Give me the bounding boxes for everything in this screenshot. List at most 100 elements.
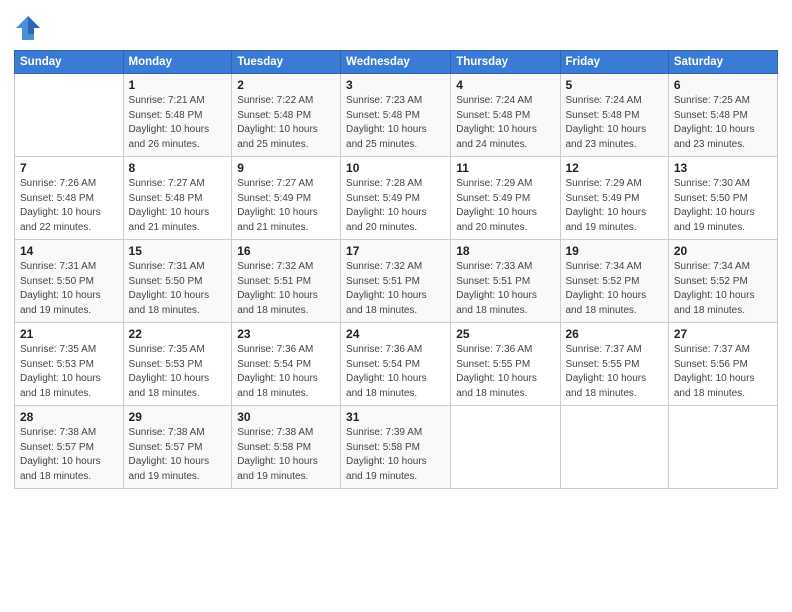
calendar-cell: 27 Sunrise: 7:37 AM Sunset: 5:56 PM Dayli… [668, 323, 777, 406]
calendar-cell: 22 Sunrise: 7:35 AM Sunset: 5:53 PM Dayli… [123, 323, 232, 406]
day-number: 4 [456, 78, 554, 92]
day-number: 25 [456, 327, 554, 341]
calendar-cell: 25 Sunrise: 7:36 AM Sunset: 5:55 PM Dayli… [451, 323, 560, 406]
header-wednesday: Wednesday [341, 51, 451, 74]
calendar-cell [668, 406, 777, 489]
header-sunday: Sunday [15, 51, 124, 74]
day-info: Sunrise: 7:23 AM Sunset: 5:48 PM Dayligh… [346, 94, 445, 152]
day-info: Sunrise: 7:37 AM Sunset: 5:55 PM Dayligh… [566, 343, 663, 401]
day-info: Sunrise: 7:25 AM Sunset: 5:48 PM Dayligh… [674, 94, 772, 152]
day-number: 3 [346, 78, 445, 92]
day-info: Sunrise: 7:26 AM Sunset: 5:48 PM Dayligh… [20, 177, 118, 235]
calendar-cell: 12Sunrise: 7:29 AM Sunset: 5:49 PM Dayli… [560, 157, 668, 240]
calendar-cell: 5 Sunrise: 7:24 AM Sunset: 5:48 PM Daylig… [560, 74, 668, 157]
calendar-cell: 21 Sunrise: 7:35 AM Sunset: 5:53 PM Dayli… [15, 323, 124, 406]
day-number: 2 [237, 78, 335, 92]
day-info: Sunrise: 7:36 AM Sunset: 5:54 PM Dayligh… [237, 343, 335, 401]
day-info: Sunrise: 7:38 AM Sunset: 5:57 PM Dayligh… [20, 426, 118, 484]
day-number: 7 [20, 161, 118, 175]
day-number: 18 [456, 244, 554, 258]
day-info: Sunrise: 7:27 AM Sunset: 5:48 PM Dayligh… [129, 177, 227, 235]
day-info: Sunrise: 7:30 AM Sunset: 5:50 PM Dayligh… [674, 177, 772, 235]
day-info: Sunrise: 7:34 AM Sunset: 5:52 PM Dayligh… [566, 260, 663, 318]
calendar-cell: 17Sunrise: 7:32 AM Sunset: 5:51 PM Dayli… [341, 240, 451, 323]
day-number: 26 [566, 327, 663, 341]
header-monday: Monday [123, 51, 232, 74]
day-number: 20 [674, 244, 772, 258]
calendar-cell: 24 Sunrise: 7:36 AM Sunset: 5:54 PM Dayli… [341, 323, 451, 406]
calendar-cell [560, 406, 668, 489]
day-info: Sunrise: 7:21 AM Sunset: 5:48 PM Dayligh… [129, 94, 227, 152]
calendar-cell: 19 Sunrise: 7:34 AM Sunset: 5:52 PM Dayli… [560, 240, 668, 323]
day-number: 9 [237, 161, 335, 175]
calendar-cell: 1 Sunrise: 7:21 AM Sunset: 5:48 PM Daylig… [123, 74, 232, 157]
day-info: Sunrise: 7:32 AM Sunset: 5:51 PM Dayligh… [346, 260, 445, 318]
day-number: 5 [566, 78, 663, 92]
day-info: Sunrise: 7:31 AM Sunset: 5:50 PM Dayligh… [20, 260, 118, 318]
day-info: Sunrise: 7:24 AM Sunset: 5:48 PM Dayligh… [566, 94, 663, 152]
week-row-4: 28 Sunrise: 7:38 AM Sunset: 5:57 PM Dayli… [15, 406, 778, 489]
header-friday: Friday [560, 51, 668, 74]
day-number: 30 [237, 410, 335, 424]
calendar-cell: 6 Sunrise: 7:25 AM Sunset: 5:48 PM Daylig… [668, 74, 777, 157]
day-number: 21 [20, 327, 118, 341]
day-info: Sunrise: 7:27 AM Sunset: 5:49 PM Dayligh… [237, 177, 335, 235]
calendar-cell: 10 Sunrise: 7:28 AM Sunset: 5:49 PM Dayli… [341, 157, 451, 240]
day-info: Sunrise: 7:35 AM Sunset: 5:53 PM Dayligh… [129, 343, 227, 401]
day-info: Sunrise: 7:24 AM Sunset: 5:48 PM Dayligh… [456, 94, 554, 152]
day-info: Sunrise: 7:29 AM Sunset: 5:49 PM Dayligh… [566, 177, 663, 235]
page-container: SundayMondayTuesdayWednesdayThursdayFrid… [0, 0, 792, 499]
day-number: 31 [346, 410, 445, 424]
day-number: 27 [674, 327, 772, 341]
calendar-cell [15, 74, 124, 157]
calendar-cell: 2 Sunrise: 7:22 AM Sunset: 5:48 PM Daylig… [232, 74, 341, 157]
calendar-cell: 3 Sunrise: 7:23 AM Sunset: 5:48 PM Daylig… [341, 74, 451, 157]
day-number: 1 [129, 78, 227, 92]
day-number: 29 [129, 410, 227, 424]
day-number: 23 [237, 327, 335, 341]
day-number: 16 [237, 244, 335, 258]
calendar-cell: 31Sunrise: 7:39 AM Sunset: 5:58 PM Dayli… [341, 406, 451, 489]
day-number: 11 [456, 161, 554, 175]
day-info: Sunrise: 7:33 AM Sunset: 5:51 PM Dayligh… [456, 260, 554, 318]
calendar-cell: 26 Sunrise: 7:37 AM Sunset: 5:55 PM Dayli… [560, 323, 668, 406]
calendar-cell: 13Sunrise: 7:30 AM Sunset: 5:50 PM Dayli… [668, 157, 777, 240]
day-info: Sunrise: 7:36 AM Sunset: 5:54 PM Dayligh… [346, 343, 445, 401]
day-info: Sunrise: 7:37 AM Sunset: 5:56 PM Dayligh… [674, 343, 772, 401]
calendar-cell: 29 Sunrise: 7:38 AM Sunset: 5:57 PM Dayli… [123, 406, 232, 489]
day-info: Sunrise: 7:29 AM Sunset: 5:49 PM Dayligh… [456, 177, 554, 235]
calendar-cell: 23 Sunrise: 7:36 AM Sunset: 5:54 PM Dayli… [232, 323, 341, 406]
day-info: Sunrise: 7:36 AM Sunset: 5:55 PM Dayligh… [456, 343, 554, 401]
header-row [14, 10, 778, 42]
logo [14, 14, 46, 42]
calendar-cell: 9 Sunrise: 7:27 AM Sunset: 5:49 PM Daylig… [232, 157, 341, 240]
day-number: 22 [129, 327, 227, 341]
week-row-2: 14 Sunrise: 7:31 AM Sunset: 5:50 PM Dayli… [15, 240, 778, 323]
header-saturday: Saturday [668, 51, 777, 74]
day-number: 24 [346, 327, 445, 341]
day-number: 28 [20, 410, 118, 424]
day-number: 14 [20, 244, 118, 258]
calendar-cell: 20 Sunrise: 7:34 AM Sunset: 5:52 PM Dayli… [668, 240, 777, 323]
day-number: 19 [566, 244, 663, 258]
day-info: Sunrise: 7:38 AM Sunset: 5:57 PM Dayligh… [129, 426, 227, 484]
calendar-cell: 18 Sunrise: 7:33 AM Sunset: 5:51 PM Dayli… [451, 240, 560, 323]
day-info: Sunrise: 7:28 AM Sunset: 5:49 PM Dayligh… [346, 177, 445, 235]
day-info: Sunrise: 7:22 AM Sunset: 5:48 PM Dayligh… [237, 94, 335, 152]
day-number: 8 [129, 161, 227, 175]
day-number: 6 [674, 78, 772, 92]
day-info: Sunrise: 7:35 AM Sunset: 5:53 PM Dayligh… [20, 343, 118, 401]
day-info: Sunrise: 7:31 AM Sunset: 5:50 PM Dayligh… [129, 260, 227, 318]
day-info: Sunrise: 7:38 AM Sunset: 5:58 PM Dayligh… [237, 426, 335, 484]
day-info: Sunrise: 7:32 AM Sunset: 5:51 PM Dayligh… [237, 260, 335, 318]
day-number: 15 [129, 244, 227, 258]
header-thursday: Thursday [451, 51, 560, 74]
calendar-cell [451, 406, 560, 489]
day-info: Sunrise: 7:34 AM Sunset: 5:52 PM Dayligh… [674, 260, 772, 318]
calendar-cell: 15 Sunrise: 7:31 AM Sunset: 5:50 PM Dayli… [123, 240, 232, 323]
calendar-cell: 14 Sunrise: 7:31 AM Sunset: 5:50 PM Dayli… [15, 240, 124, 323]
calendar-cell: 28 Sunrise: 7:38 AM Sunset: 5:57 PM Dayli… [15, 406, 124, 489]
header-row-days: SundayMondayTuesdayWednesdayThursdayFrid… [15, 51, 778, 74]
week-row-1: 7 Sunrise: 7:26 AM Sunset: 5:48 PM Daylig… [15, 157, 778, 240]
day-number: 10 [346, 161, 445, 175]
